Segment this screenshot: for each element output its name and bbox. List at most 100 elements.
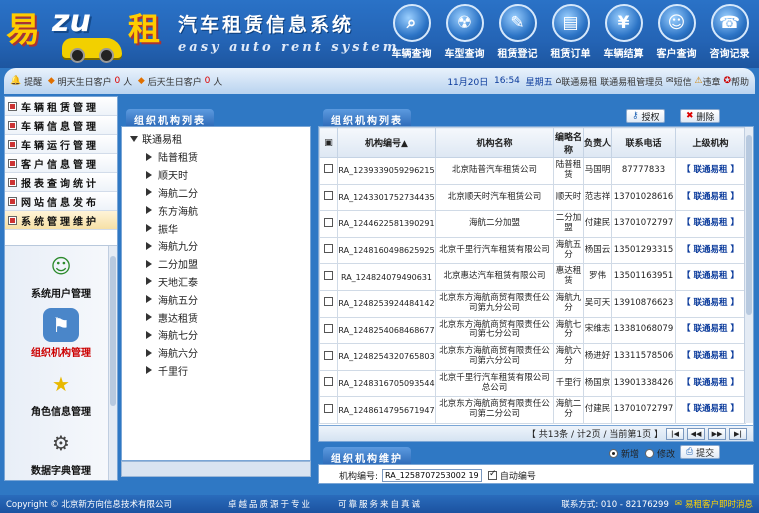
row-checkbox[interactable] <box>319 343 338 371</box>
table-row[interactable]: RA_1248160498625925 北京千里行汽车租赁有限公司 海航五分 杨国云 1… <box>319 236 746 265</box>
checkbox[interactable] <box>324 217 333 227</box>
after-birthday-count[interactable]: 0 <box>205 76 211 86</box>
submenu-roles[interactable]: ★ 角色信息管理 <box>5 364 117 423</box>
scroll-thumb[interactable] <box>746 135 752 315</box>
grid-tab[interactable]: 组织机构列表 <box>323 109 411 127</box>
tree-node[interactable]: 海航九分 <box>122 237 310 255</box>
table-row[interactable]: RA_1248253924484142 北京东方海航商贸有限责任公司第九分公司 海航… <box>319 289 746 318</box>
row-checkbox[interactable] <box>319 183 338 212</box>
table-row[interactable]: RA_1248254068468677 北京东方海航商贸有限责任公司第七分公司 海航… <box>319 316 746 345</box>
nav-customer-query[interactable]: ☺ 客户查询 <box>650 4 703 66</box>
tree-node[interactable]: 海航七分 <box>122 326 310 344</box>
tree-root[interactable]: 联通易租 <box>122 127 310 148</box>
checkbox[interactable] <box>324 323 333 333</box>
prev-page-button[interactable]: ◀◀ <box>687 427 705 440</box>
tree-tab[interactable]: 组织机构列表 <box>126 109 214 127</box>
table-row[interactable]: RA_1248614795671947 北京东方海航商贸有限责任公司第二分公司 海航… <box>319 396 746 424</box>
cell-parent-link[interactable]: 【 联通易租 】 <box>675 289 746 318</box>
cell-parent-link[interactable]: 【 联通易租 】 <box>675 236 746 265</box>
table-row[interactable]: RA_124824079490631 北京惠达汽车租赁有限公司 惠达租赁 罗伟 1350… <box>319 263 746 291</box>
tree-node[interactable]: 振华 <box>122 219 310 237</box>
header-name[interactable]: 机构名称 <box>435 127 554 158</box>
table-row[interactable]: RA_1239339059296215 北京陆普汽车租赁公司 陆普租赁 马国明 8777… <box>319 157 746 185</box>
submenu-organization[interactable]: ⚑ 组织机构管理 <box>5 305 117 364</box>
radio-new[interactable] <box>609 449 618 458</box>
menu-rent-management[interactable]: 车辆租赁管理 <box>5 97 117 116</box>
checkbox[interactable] <box>324 164 333 174</box>
radio-edit[interactable] <box>645 449 654 458</box>
logo[interactable]: 易 zu 租 <box>6 2 161 64</box>
row-checkbox[interactable] <box>319 210 338 238</box>
menu-vehicle-operation[interactable]: 车辆运行管理 <box>5 135 117 154</box>
row-checkbox[interactable] <box>319 236 338 265</box>
menu-customer-info[interactable]: 客户信息管理 <box>5 154 117 173</box>
sms-link[interactable]: 短信 <box>674 75 692 88</box>
tree-node[interactable]: 海航二分 <box>122 184 310 202</box>
checkbox[interactable] <box>324 403 333 413</box>
checkbox[interactable] <box>324 191 333 200</box>
first-page-button[interactable]: |◀ <box>666 427 684 440</box>
row-checkbox[interactable] <box>319 316 338 345</box>
tree-node[interactable]: 陆普租赁 <box>122 148 310 166</box>
menu-report-stats[interactable]: 报表查询统计 <box>5 173 117 192</box>
last-page-button[interactable]: ▶| <box>729 427 747 440</box>
nav-model-query[interactable]: ☢ 车型查询 <box>438 4 491 66</box>
cell-parent-link[interactable]: 【 联通易租 】 <box>675 157 746 185</box>
nav-rent-order[interactable]: ▤ 租赁订单 <box>544 4 597 66</box>
tree-node[interactable]: 海航六分 <box>122 344 310 362</box>
instant-message-link[interactable]: 易租客户即时消息 <box>685 498 753 510</box>
header-code[interactable]: 机构编号▲ <box>337 127 436 158</box>
code-input[interactable] <box>382 469 483 482</box>
option-edit[interactable]: 修改 <box>645 447 675 460</box>
scroll-thumb[interactable] <box>110 256 116 406</box>
submenu-dictionary[interactable]: ⚙ 数据字典管理 <box>5 423 117 480</box>
row-checkbox[interactable] <box>319 289 338 318</box>
nav-vehicle-query[interactable]: ⌕ 车辆查询 <box>385 4 438 66</box>
menu-web-publish[interactable]: 网站信息发布 <box>5 192 117 211</box>
help-link[interactable]: 帮助 <box>731 75 749 88</box>
table-row[interactable]: RA_1248316705093544 北京千里行汽车租赁有限公司总公司 千里行 杨国… <box>319 369 746 398</box>
header-parent[interactable]: 上级机构 <box>675 127 746 158</box>
checkbox[interactable] <box>324 270 333 280</box>
tree-hscrollbar[interactable] <box>121 461 311 477</box>
header-short[interactable]: 编略名称 <box>553 127 584 158</box>
authorize-button[interactable]: ⚷ 授权 <box>626 109 666 123</box>
next-page-button[interactable]: ▶▶ <box>708 427 726 440</box>
tree-node[interactable]: 二分加盟 <box>122 255 310 273</box>
checkbox[interactable] <box>324 297 333 307</box>
grid-scrollbar[interactable] <box>744 127 753 423</box>
option-new[interactable]: 新增 <box>609 447 639 460</box>
tree-node[interactable]: 惠达租赁 <box>122 308 310 326</box>
submit-button[interactable]: ⎙ 提交 <box>680 445 721 459</box>
row-checkbox[interactable] <box>319 369 338 398</box>
table-row[interactable]: RA_1243301752734435 北京顺天时汽车租赁公司 顺天时 范志祥 1370… <box>319 183 746 212</box>
tree-node[interactable]: 海航五分 <box>122 290 310 308</box>
submenu-scrollbar[interactable] <box>108 246 117 480</box>
tomorrow-birthday-count[interactable]: 0 <box>115 76 121 86</box>
submenu-system-users[interactable]: ☺ 系统用户管理 <box>5 246 117 305</box>
auto-code-checkbox[interactable]: ✓ <box>488 469 498 480</box>
row-checkbox[interactable] <box>319 396 338 424</box>
delete-button[interactable]: ✖ 删除 <box>680 109 721 123</box>
maint-tab[interactable]: 组织机构维护 <box>323 447 411 465</box>
cell-parent-link[interactable]: 【 联通易租 】 <box>675 316 746 345</box>
tree-node[interactable]: 东方海航 <box>122 201 310 219</box>
menu-vehicle-info[interactable]: 车辆信息管理 <box>5 116 117 135</box>
nav-consult-record[interactable]: ☎ 咨询记录 <box>703 4 756 66</box>
cell-parent-link[interactable]: 【 联通易租 】 <box>675 343 746 371</box>
cell-parent-link[interactable]: 【 联通易租 】 <box>675 183 746 212</box>
checkbox[interactable] <box>324 377 333 387</box>
checkbox[interactable] <box>324 244 333 254</box>
nav-rent-register[interactable]: ✎ 租赁登记 <box>491 4 544 66</box>
cell-parent-link[interactable]: 【 联通易租 】 <box>675 396 746 424</box>
table-row[interactable]: RA_1244622581390291 海航二分加盟 二分加盟 付建民 13701072… <box>319 210 746 238</box>
tree-node[interactable]: 顺天时 <box>122 166 310 184</box>
tree-node[interactable]: 千里行 <box>122 362 310 380</box>
checkbox[interactable] <box>324 350 333 360</box>
header-phone[interactable]: 联系电话 <box>611 127 676 158</box>
row-checkbox[interactable] <box>319 157 338 185</box>
header-select-all[interactable]: ▣ <box>319 127 338 158</box>
row-checkbox[interactable] <box>319 263 338 291</box>
cell-parent-link[interactable]: 【 联通易租 】 <box>675 263 746 291</box>
header-person[interactable]: 负责人 <box>583 127 612 158</box>
